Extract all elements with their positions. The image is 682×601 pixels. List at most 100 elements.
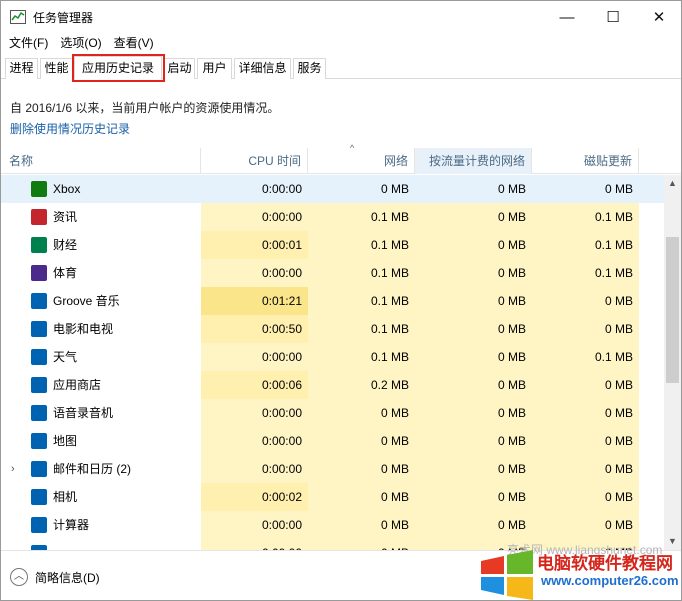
network-cell: 0 MB	[308, 399, 415, 427]
app-history-table: Xbox 0:00:00 0 MB 0 MB 0 MB 资讯 0:00:00 0.1 MB 0 …	[1, 175, 664, 550]
task-manager-window: 任务管理器 — ☐ ✕ 文件(F) 选项(O) 查看(V) 进程 性能 应用历史…	[0, 0, 682, 601]
tile-updates-cell: 0 MB	[532, 287, 639, 315]
col-network-header[interactable]: 网络	[308, 148, 415, 174]
watermark-url: www.computer26.com	[541, 573, 679, 588]
finance-icon	[31, 237, 47, 253]
collapse-chevron-icon[interactable]: ︿	[10, 568, 28, 586]
col-tile-header[interactable]: 磁贴更新	[532, 148, 639, 174]
news-icon	[31, 209, 47, 225]
app-name: Xbox	[53, 182, 81, 196]
network-cell: 0.1 MB	[308, 287, 415, 315]
metered-network-cell: 0 MB	[415, 399, 532, 427]
metered-network-cell: 0 MB	[415, 511, 532, 539]
col-metered-header[interactable]: 按流量计费的网络	[415, 148, 532, 174]
movies-tv-icon	[31, 321, 47, 337]
watermark: 亮术网 www.liangshunet.com 电脑软硬件教程网 www.com…	[479, 541, 679, 600]
minimize-button[interactable]: —	[544, 1, 590, 33]
tab-details[interactable]: 详细信息	[234, 58, 291, 79]
delete-history-link[interactable]: 删除使用情况历史记录	[10, 120, 130, 137]
tile-updates-cell: 0.1 MB	[532, 343, 639, 371]
table-row[interactable]: 语音录音机 0:00:00 0 MB 0 MB 0 MB	[1, 399, 664, 427]
col-cpu-header[interactable]: CPU 时间	[201, 148, 308, 174]
metered-network-cell: 0 MB	[415, 343, 532, 371]
network-cell: 0.1 MB	[308, 259, 415, 287]
window-title: 任务管理器	[33, 10, 94, 25]
metered-network-cell: 0 MB	[415, 315, 532, 343]
app-name: 财经	[53, 238, 78, 252]
network-cell: 0 MB	[308, 483, 415, 511]
camera-icon	[31, 489, 47, 505]
tab-app-history[interactable]: 应用历史记录	[74, 56, 162, 80]
menu-file[interactable]: 文件(F)	[3, 33, 54, 54]
tab-users[interactable]: 用户	[197, 58, 232, 79]
table-row[interactable]: Groove 音乐 0:01:21 0.1 MB 0 MB 0 MB	[1, 287, 664, 315]
maximize-button[interactable]: ☐	[590, 1, 636, 33]
table-row[interactable]: › 邮件和日历 (2) 0:00:00 0 MB 0 MB 0 MB	[1, 455, 664, 483]
tile-updates-cell: 0.1 MB	[532, 231, 639, 259]
maps-icon	[31, 433, 47, 449]
xbox-icon	[31, 181, 47, 197]
tile-updates-cell: 0.1 MB	[532, 203, 639, 231]
tile-updates-cell: 0 MB	[532, 315, 639, 343]
sports-icon	[31, 265, 47, 281]
app-name: 天气	[53, 350, 78, 364]
network-cell: 0.1 MB	[308, 203, 415, 231]
app-name: 计算器	[53, 518, 90, 532]
mail-calendar-icon	[31, 461, 47, 477]
metered-network-cell: 0 MB	[415, 455, 532, 483]
metered-network-cell: 0 MB	[415, 287, 532, 315]
scroll-thumb[interactable]	[666, 237, 679, 383]
menu-options[interactable]: 选项(O)	[54, 33, 107, 54]
metered-network-cell: 0 MB	[415, 427, 532, 455]
tab-processes[interactable]: 进程	[5, 58, 38, 79]
tab-startup[interactable]: 启动	[164, 58, 195, 79]
weather-icon	[31, 349, 47, 365]
cpu-time-cell: 0:00:01	[201, 231, 308, 259]
network-cell: 0.1 MB	[308, 315, 415, 343]
expand-chevron-icon[interactable]: ›	[11, 455, 15, 483]
vertical-scrollbar[interactable]: ▲ ▼	[664, 175, 681, 550]
table-row[interactable]: 地图 0:00:00 0 MB 0 MB 0 MB	[1, 427, 664, 455]
tab-performance[interactable]: 性能	[40, 58, 73, 79]
network-cell: 0 MB	[380, 182, 409, 196]
table-row[interactable]: 应用商店 0:00:06 0.2 MB 0 MB 0 MB	[1, 371, 664, 399]
windows-logo-icon	[481, 550, 533, 600]
tile-updates-cell: 0 MB	[532, 483, 639, 511]
tile-updates-cell: 0 MB	[532, 455, 639, 483]
column-header: 名称 CPU 时间 网络 按流量计费的网络 磁贴更新	[1, 148, 681, 174]
table-row[interactable]: 资讯 0:00:00 0.1 MB 0 MB 0.1 MB	[1, 203, 664, 231]
tab-services[interactable]: 服务	[293, 58, 326, 79]
cpu-time-cell: 0:00:00	[261, 182, 302, 196]
network-cell: 0 MB	[308, 539, 415, 550]
metered-network-cell: 0 MB	[415, 483, 532, 511]
network-cell: 0 MB	[308, 427, 415, 455]
table-row[interactable]: 体育 0:00:00 0.1 MB 0 MB 0.1 MB	[1, 259, 664, 287]
network-cell: 0.1 MB	[308, 343, 415, 371]
table-row[interactable]: 计算器 0:00:00 0 MB 0 MB 0 MB	[1, 511, 664, 539]
table-row[interactable]: Xbox 0:00:00 0 MB 0 MB 0 MB	[1, 175, 664, 203]
minimize-icon: —	[559, 8, 575, 26]
maximize-icon: ☐	[606, 9, 620, 26]
watermark-title: 电脑软硬件教程网	[537, 554, 673, 573]
menu-view[interactable]: 查看(V)	[108, 33, 160, 54]
fewer-details-button[interactable]: 简略信息(D)	[35, 569, 100, 586]
network-cell: 0 MB	[308, 511, 415, 539]
col-name-header[interactable]: 名称	[1, 148, 201, 174]
cpu-time-cell: 0:00:00	[201, 455, 308, 483]
table-row[interactable]: 天气 0:00:00 0.1 MB 0 MB 0.1 MB	[1, 343, 664, 371]
app-name: 电影和电视	[53, 322, 114, 336]
tile-updates-cell: 0 MB	[532, 427, 639, 455]
metered-network-cell: 0 MB	[415, 259, 532, 287]
close-button[interactable]: ✕	[636, 1, 681, 33]
cpu-time-cell: 0:00:06	[201, 371, 308, 399]
scroll-up-icon[interactable]: ▲	[664, 175, 681, 192]
table-row[interactable]: 电影和电视 0:00:50 0.1 MB 0 MB 0 MB	[1, 315, 664, 343]
app-name: Groove 音乐	[53, 294, 120, 308]
cpu-time-cell: 0:00:00	[201, 399, 308, 427]
calculator-icon	[31, 517, 47, 533]
tile-updates-cell: 0 MB	[532, 511, 639, 539]
table-row[interactable]: 相机 0:00:02 0 MB 0 MB 0 MB	[1, 483, 664, 511]
table-row[interactable]: 财经 0:00:01 0.1 MB 0 MB 0.1 MB	[1, 231, 664, 259]
store-icon	[31, 377, 47, 393]
network-cell: 0.2 MB	[308, 371, 415, 399]
